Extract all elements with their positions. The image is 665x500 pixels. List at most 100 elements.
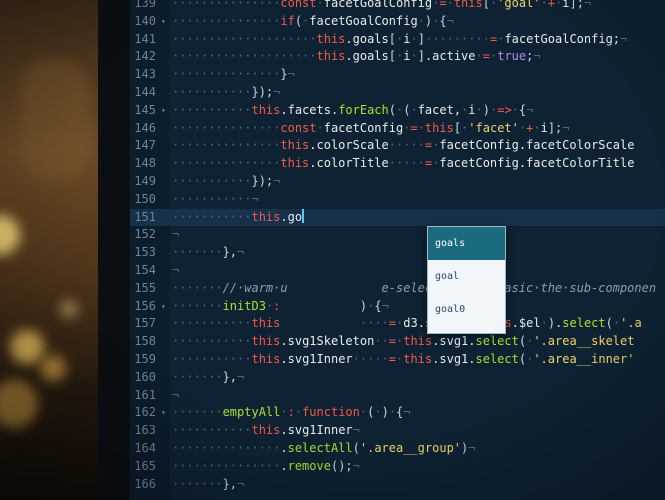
code-line[interactable]: 153 ·······},¬: [130, 244, 665, 262]
code-line[interactable]: 156 ▾ ·······initD3·: )·{¬: [130, 298, 665, 316]
code-editor[interactable]: 139 ···············const·facetGoalConfig·…: [130, 0, 665, 500]
code-token: i: [468, 102, 476, 117]
code-token: ··: [374, 334, 389, 349]
code-text: ···········this.svg1Inner·····=·this.svg…: [172, 351, 634, 369]
autocomplete-item[interactable]: goal: [428, 260, 505, 293]
autocomplete-item[interactable]: goals: [428, 227, 505, 260]
line-number: 146: [134, 120, 156, 135]
fold-arrow-icon[interactable]: ▾: [161, 404, 166, 422]
code-token: ···········: [172, 174, 252, 188]
code-token: '.area__skelet: [533, 334, 635, 349]
code-line[interactable]: 141 ····················this.goals[·i·]··…: [130, 31, 665, 49]
code-line[interactable]: 144 ···········});¬: [130, 84, 665, 102]
code-token: ···············: [172, 441, 281, 455]
code-token: });: [251, 174, 274, 188]
code-token: ¬: [287, 67, 295, 82]
code-line[interactable]: 142 ····················this.goals[·i·].a…: [130, 48, 665, 66]
code-token: ¬: [172, 227, 180, 242]
code-token: this: [251, 334, 281, 349]
code-line[interactable]: 164 ···············.selectAll('.area__gro…: [130, 440, 665, 458]
code-text: ···············.remove();¬: [172, 458, 360, 476]
code-text: ¬: [172, 262, 179, 280]
code-line[interactable]: 163 ···········this.svg1Inner¬: [130, 422, 665, 440]
code-token: [: [482, 0, 490, 10]
code-token: e-selecting·the·basic·the·sub-componen: [381, 280, 657, 295]
code-token: ·····: [388, 156, 425, 171]
code-line[interactable]: 155 ·······//·warm·u e-selecting·the·basi…: [130, 280, 665, 298]
autocomplete-item[interactable]: goal0: [428, 293, 505, 326]
code-token: ···········: [172, 316, 252, 331]
code-line[interactable]: 158 ···········this.svg1Skeleton··=·this.…: [130, 333, 665, 351]
code-line[interactable]: 151 ···········this.go: [130, 208, 665, 227]
line-number: 158: [134, 334, 156, 349]
code-token: ···········: [172, 334, 252, 349]
fold-arrow-icon[interactable]: ▾: [161, 298, 166, 316]
code-token: const: [280, 120, 317, 135]
code-token: ¬: [526, 102, 534, 117]
code-line[interactable]: 154 ¬: [130, 262, 665, 280]
fold-arrow-icon[interactable]: ▾: [161, 102, 166, 120]
code-line[interactable]: 140 ▾ ···············if(·facetGoalConfig·)…: [130, 13, 665, 31]
code-line[interactable]: 159 ···········this.svg1Inner·····=·this.…: [130, 351, 665, 369]
code-token: .goals: [345, 49, 389, 64]
code-token: ···········: [172, 423, 252, 438]
code-token: .$el: [511, 316, 541, 331]
code-line[interactable]: 165 ···············.remove();¬: [130, 458, 665, 476]
code-token: ·······: [172, 369, 223, 384]
code-token: .svg1Skeleton: [280, 334, 375, 349]
code-token: .facets.: [280, 102, 339, 117]
code-line[interactable]: 149 ···········});¬: [130, 173, 665, 191]
code-text: ···········});¬: [172, 173, 280, 191]
code-token: emptyAll: [222, 405, 281, 420]
code-token: });: [251, 85, 274, 99]
code-token: this: [280, 156, 310, 171]
code-token: forEach: [338, 102, 389, 117]
code-text: ···········this ····=·d3.select(·this.$e…: [172, 315, 642, 333]
code-line[interactable]: 157···········this ····=·d3.select(·this…: [130, 315, 665, 333]
line-number: 166: [134, 476, 156, 491]
code-text: ¬: [172, 387, 179, 405]
code-token: ·: [511, 102, 519, 117]
code-line[interactable]: 161 ¬: [130, 387, 665, 405]
code-token: .colorTitle: [309, 156, 389, 171]
code-line[interactable]: 139 ···············const·facetGoalConfig·…: [130, 0, 665, 13]
code-line[interactable]: 150 ···········¬: [130, 191, 665, 209]
code-token: ·········: [424, 31, 490, 46]
line-number: 150: [134, 191, 156, 206]
code-line[interactable]: 166 ·······},¬: [130, 476, 665, 494]
code-text: ···········¬: [172, 191, 259, 209]
code-line[interactable]: 143 ···············}¬: [130, 66, 665, 84]
code-token: ¬: [237, 369, 245, 384]
code-text: ·······//·warm·u e-selecting·the·basic·t…: [172, 280, 656, 298]
code-token: ···············: [172, 458, 281, 473]
code-token: .: [280, 458, 288, 473]
line-number: 149: [134, 174, 156, 188]
code-token: =: [388, 334, 396, 349]
code-token: '.area__group': [359, 441, 462, 455]
code-token: facetGoalConfig;: [504, 31, 621, 46]
code-token: ·······: [172, 405, 223, 420]
code-token: ¬: [583, 0, 592, 10]
code-line[interactable]: 160 ·······},¬: [130, 369, 665, 387]
code-line[interactable]: 152 ¬: [130, 226, 665, 244]
code-token: },: [222, 245, 238, 260]
code-token: .: [280, 441, 288, 455]
bokeh-light: [40, 355, 66, 381]
code-token: i: [540, 120, 548, 135]
code-token: ¬: [533, 49, 541, 64]
code-line[interactable]: 147 ···············this.colorScale·····=·…: [130, 137, 665, 155]
line-number: 139: [134, 0, 156, 10]
code-line[interactable]: 148 ···············this.colorTitle·····=·…: [130, 155, 665, 173]
code-line[interactable]: 162 ▾ ·······emptyAll·:·function·(·)·{¬: [130, 404, 665, 422]
code-token: .svg1Inner: [280, 352, 353, 366]
code-token: ···············: [172, 0, 281, 10]
line-number: 159: [134, 352, 156, 366]
code-line[interactable]: 146 ···············const·facetConfig·=·th…: [130, 120, 665, 138]
code-text: ¬: [172, 226, 179, 244]
fold-arrow-icon[interactable]: ▾: [161, 13, 166, 31]
code-token: select: [562, 316, 606, 331]
code-line[interactable]: 145 ▾ ···········this.facets.forEach(·(·fa…: [130, 102, 665, 120]
bokeh-light: [20, 60, 90, 180]
code-text: ·······},¬: [172, 476, 244, 494]
autocomplete-popup[interactable]: goals goal goal0: [427, 226, 506, 334]
